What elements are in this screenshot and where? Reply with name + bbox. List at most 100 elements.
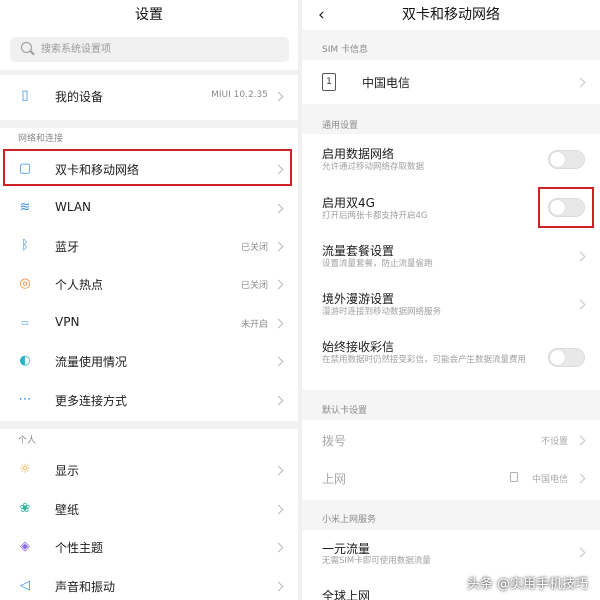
sidebar-item-bluetooth[interactable]: ᛒ 蓝牙 已关闭 [0,227,298,265]
chevron-right-icon [575,251,586,262]
internet-item[interactable]: 上网 中国电信 [302,460,600,496]
settings-panel: 设置 搜索系统设置项 ▯ 我的设备 MIUI 10.2.35 网络和连接 ▢ 双… [0,0,298,600]
item-label: 显示 [55,464,80,478]
mms-label: 始终接收彩信 [322,340,395,354]
item-label: 蓝牙 [55,240,80,254]
sidebar-item-dual-sim[interactable]: ▢ 双卡和移动网络 [0,150,298,188]
more-connections-icon: ⋯ [18,392,32,407]
enable-data-item[interactable]: 启用数据网络 允许通过移动网络存取数据 [302,138,600,182]
divider [0,70,298,75]
data-plan-label: 流量套餐设置 [322,244,395,258]
one-yuan-sub: 无需SIM卡即可使用数据流量 [322,556,431,566]
chevron-right-icon [273,279,284,290]
chevron-right-icon [273,91,284,102]
my-device-item[interactable]: ▯ 我的设备 MIUI 10.2.35 [0,76,298,116]
item-label: 壁纸 [55,503,80,517]
chevron-right-icon [575,547,586,558]
chevron-right-icon [273,164,284,175]
dual-sim-icon: ▢ [18,161,32,176]
toggle-knob [550,350,565,365]
sim-card-item[interactable]: 1 中国电信 [302,62,600,102]
sidebar-item-sound[interactable]: ◁ 声音和振动 [0,567,298,600]
section-header-personal: 个人 [18,436,37,446]
toggle-knob [550,200,565,215]
sidebar-item-theme[interactable]: ◈ 个性主题 [0,528,298,566]
global-label: 全球上网 [322,589,371,600]
section-header-network: 网络和连接 [18,134,64,144]
sidebar-item-vpn[interactable]: ▭ VPN 未开启 [0,304,298,342]
item-label: 更多连接方式 [55,394,128,408]
data-plan-item[interactable]: 流量套餐设置 设置流量套餐，防止流量偷跑 [302,236,600,280]
sound-icon: ◁ [20,578,30,593]
roaming-item[interactable]: 境外漫游设置 漫游时连接到移动数据网络服务 [302,284,600,328]
dual-sim-panel: ‹ 双卡和移动网络 SIM 卡信息 1 中国电信 通用设置 启用数据网络 允许通… [302,0,600,600]
enable-data-toggle[interactable] [548,150,585,169]
status-value: 已关闭 [240,281,268,291]
chevron-right-icon [273,542,284,553]
item-label: WLAN [55,200,92,214]
search-input[interactable]: 搜索系统设置项 [10,37,289,62]
miui-version: MIUI 10.2.35 [211,90,268,100]
data-plan-sub: 设置流量套餐，防止流量偷跑 [322,259,433,269]
bluetooth-icon: ᛒ [21,238,29,253]
divider [0,421,298,429]
item-label: 个人热点 [55,278,104,292]
chevron-right-icon [575,435,586,446]
mms-sub: 在禁用数据时仍然接受彩信，可能会产生数据流量费用 [322,355,527,365]
hotspot-icon: ◎ [19,276,31,291]
one-yuan-item[interactable]: 一元流量 无需SIM卡即可使用数据流量 [302,532,600,576]
search-icon [21,42,32,53]
sim-carrier: 中国电信 [362,76,411,90]
data-usage-icon: ◐ [19,353,31,368]
chevron-right-icon [575,299,586,310]
vpn-icon: ▭ [21,318,29,327]
page-title: 设置 [135,7,163,23]
dial-item[interactable]: 拨号 不设置 [302,422,600,458]
dual-4g-label: 启用双4G [322,196,375,210]
search-placeholder: 搜索系统设置项 [41,44,111,55]
item-label: VPN [55,315,80,329]
enable-data-label: 启用数据网络 [322,147,395,161]
sidebar-item-more-connections[interactable]: ⋯ 更多连接方式 [0,381,298,419]
roaming-sub: 漫游时连接到移动数据网络服务 [322,307,442,317]
section-header-default: 默认卡设置 [322,406,368,416]
section-header-mi: 小米上网服务 [322,515,377,525]
dial-value: 不设置 [540,437,568,447]
watermark: 头条 @实用手机技巧 [466,577,588,592]
chevron-right-icon [273,395,284,406]
section-header-sim: SIM 卡信息 [322,45,368,55]
divider [0,120,298,128]
item-label: 声音和振动 [55,580,116,594]
chevron-right-icon [273,241,284,252]
chevron-right-icon [273,581,284,592]
sidebar-item-hotspot[interactable]: ◎ 个人热点 已关闭 [0,265,298,303]
roaming-label: 境外漫游设置 [322,292,395,306]
sidebar-item-data-usage[interactable]: ◐ 流量使用情况 [0,342,298,380]
chevron-right-icon [575,473,586,484]
dual-4g-item[interactable]: 启用双4G 打开后两张卡都支持开启4G [302,187,600,231]
phone-icon: ▯ [21,88,29,103]
display-icon: ☼ [19,462,31,477]
theme-icon: ◈ [20,539,30,554]
dual-4g-toggle[interactable] [548,198,585,217]
page-title: 双卡和移动网络 [402,7,500,23]
sidebar-item-wallpaper[interactable]: ❀ 壁纸 [0,490,298,528]
mms-item[interactable]: 始终接收彩信 在禁用数据时仍然接受彩信，可能会产生数据流量费用 [302,332,600,388]
wifi-icon: ≋ [19,200,31,215]
sim-slot-icon: 1 [322,73,336,91]
status-value: 未开启 [240,320,268,330]
chevron-right-icon [273,203,284,214]
chevron-right-icon [273,356,284,367]
chevron-right-icon [273,318,284,329]
sim-icon [510,472,518,482]
chevron-right-icon [273,465,284,476]
dual-4g-sub: 打开后两张卡都支持开启4G [322,211,428,221]
sidebar-item-display[interactable]: ☼ 显示 [0,451,298,489]
my-device-label: 我的设备 [55,90,104,104]
internet-label: 上网 [322,472,347,486]
sidebar-item-wlan[interactable]: ≋ WLAN [0,189,298,227]
chevron-right-icon [575,77,586,88]
section-header-general: 通用设置 [322,121,359,131]
internet-value: 中国电信 [531,475,568,485]
mms-toggle[interactable] [548,348,585,367]
